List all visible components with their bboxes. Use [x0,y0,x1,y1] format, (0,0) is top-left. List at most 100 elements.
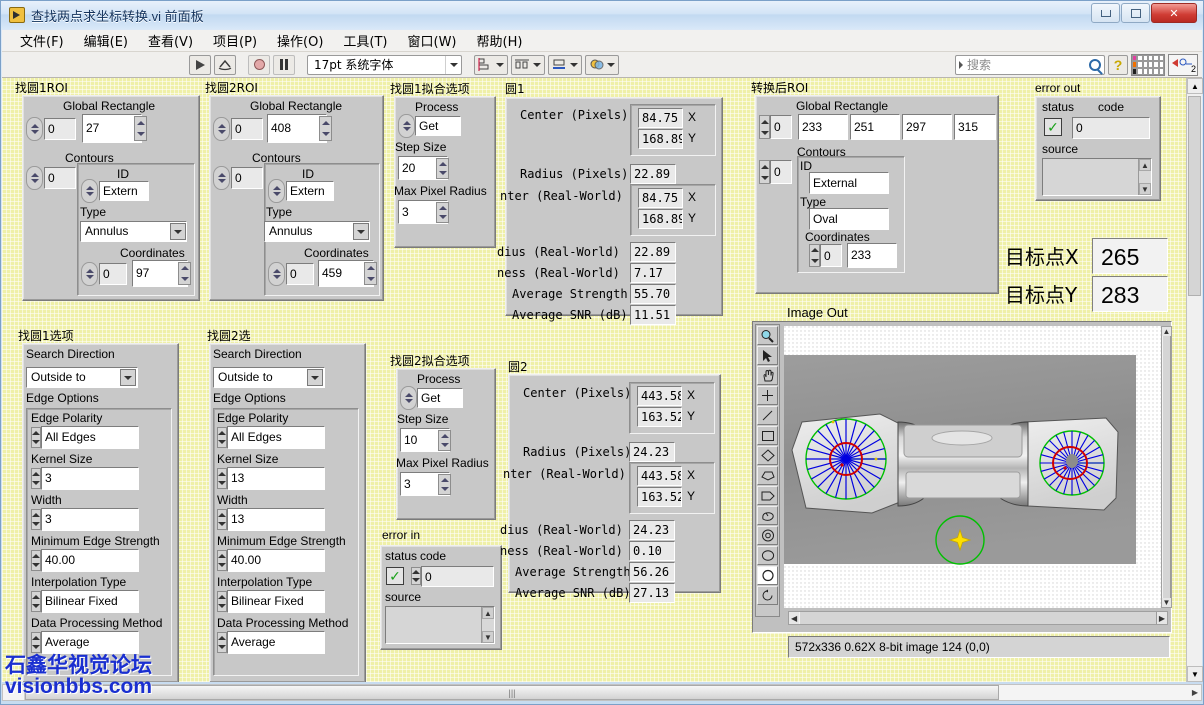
options1-search-direction-arrow[interactable] [120,369,136,386]
error-in-source-box[interactable]: ▲▼ [385,606,495,644]
roi2-global-value-stepper[interactable] [319,116,332,141]
search-icon[interactable] [1089,59,1101,71]
fit1-step-size-stepper[interactable] [436,158,449,179]
error-out-status-checkbox[interactable]: ✓ [1044,118,1062,136]
pan-hand-icon[interactable] [757,366,778,385]
options2-width-stepper[interactable] [217,509,227,530]
align-objects-button[interactable] [474,55,508,75]
options1-kernel-size-value[interactable]: 3 [41,467,139,490]
maximize-button[interactable] [1121,3,1150,23]
roi1-coord-index[interactable]: 0 [99,263,127,285]
roi1-global-index-spinner[interactable] [26,117,43,141]
roi2-global-value[interactable]: 408 [267,114,327,143]
minimize-button[interactable] [1091,3,1120,23]
options1-interpolation-stepper[interactable] [31,591,41,612]
close-button[interactable]: ✕ [1151,3,1197,23]
fit2-max-pixel-radius-stepper[interactable] [438,474,451,495]
error-out-source-scrollbar[interactable]: ▲▼ [1138,159,1151,195]
roi2-type-dropdown-arrow[interactable] [353,223,369,240]
target-x-value[interactable]: 265 [1092,238,1168,274]
target-y-value[interactable]: 283 [1092,276,1168,312]
menu-file[interactable]: 文件(F) [10,29,74,52]
roi-converted-global-index[interactable]: 0 [770,115,792,139]
rotated-rectangle-icon[interactable] [757,446,778,465]
options1-kernel-size-stepper[interactable] [31,468,41,489]
options2-min-edge-strength-stepper[interactable] [217,550,227,571]
error-in-code-value[interactable]: 0 [421,566,494,587]
connector-pane[interactable] [1131,54,1165,76]
roi-converted-coord-index[interactable]: 0 [820,244,842,267]
fit1-process-value[interactable]: Get [415,116,461,136]
options2-interpolation-value[interactable]: Bilinear Fixed [227,590,325,613]
image-vertical-scrollbar[interactable]: ▲ ▼ [1161,326,1172,608]
options1-interpolation-value[interactable]: Bilinear Fixed [41,590,139,613]
panel-horizontal-scrollbar[interactable]: ||| ▶ [2,684,1202,701]
panel-scroll-right-icon[interactable]: ▶ [1189,685,1201,700]
roi-converted-rect-left[interactable]: 233 [798,114,848,140]
image-scroll-left-icon[interactable]: ◀ [789,614,799,623]
distribute-objects-button[interactable] [511,55,545,75]
oval-icon[interactable] [757,546,778,565]
image-scroll-right-icon[interactable]: ▶ [1157,614,1167,623]
search-input[interactable]: 搜索 [955,55,1105,75]
roi2-coord-stepper[interactable] [364,262,377,285]
image-scroll-down-icon[interactable]: ▼ [1163,598,1171,607]
menu-view[interactable]: 查看(V) [138,29,203,52]
options2-kernel-size-value[interactable]: 13 [227,467,325,490]
roi2-coord-index[interactable]: 0 [286,263,314,285]
roi1-contours-index[interactable]: 0 [44,167,76,189]
polygon-icon[interactable] [757,466,778,485]
options1-width-stepper[interactable] [31,509,41,530]
roi-converted-contours-index[interactable]: 0 [770,160,792,184]
rotate-icon[interactable] [757,586,778,605]
menu-operate[interactable]: 操作(O) [267,29,333,52]
menu-help[interactable]: 帮助(H) [467,29,533,52]
pause-button[interactable] [273,55,295,75]
options1-width-value[interactable]: 3 [41,508,139,531]
line-icon[interactable] [757,406,778,425]
options1-edge-polarity-value[interactable]: All Edges [41,426,139,449]
roi1-coord-stepper[interactable] [178,262,191,285]
roi2-id-value[interactable]: Extern [286,181,334,201]
help-button[interactable]: ? [1108,55,1128,75]
roi-converted-rect-top[interactable]: 251 [850,114,900,140]
roi-converted-id-value[interactable]: External [809,172,889,194]
run-button[interactable] [189,55,211,75]
scroll-up-icon[interactable]: ▲ [1139,159,1151,171]
point-icon[interactable] [757,386,778,405]
options2-data-processing-stepper[interactable] [217,632,227,653]
roi-converted-rect-bottom[interactable]: 315 [954,114,996,140]
roi2-global-index-spinner[interactable] [213,117,230,141]
reorder-objects-button[interactable] [585,55,619,75]
image-horizontal-scrollbar[interactable]: ◀ ▶ [788,611,1168,625]
zoom-icon[interactable] [757,326,778,345]
menu-tools[interactable]: 工具(T) [333,29,397,52]
options2-width-value[interactable]: 13 [227,508,325,531]
panel-vertical-scroll-thumb[interactable] [1188,96,1201,296]
panel-scroll-down-icon[interactable]: ▼ [1187,666,1203,682]
roi2-coord-index-spinner[interactable] [268,262,285,286]
options1-min-edge-strength-stepper[interactable] [31,550,41,571]
options2-search-direction-arrow[interactable] [307,369,323,386]
roi2-contours-index[interactable]: 0 [231,167,263,189]
panel-scroll-up-icon[interactable]: ▲ [1187,78,1203,94]
error-in-code-stepper[interactable] [411,567,421,585]
scroll-down-icon[interactable]: ▼ [1139,183,1151,195]
fit2-process-spinner[interactable] [400,386,417,410]
run-continuously-button[interactable] [214,55,236,75]
roi1-type-dropdown-arrow[interactable] [170,223,186,240]
fit2-step-size-stepper[interactable] [438,430,451,451]
menu-edit[interactable]: 编辑(E) [74,29,138,52]
font-selector[interactable]: 17pt 系统字体 [307,55,462,75]
options1-edge-polarity-stepper[interactable] [31,427,41,448]
options1-min-edge-strength-value[interactable]: 40.00 [41,549,139,572]
image-canvas[interactable] [784,326,1161,608]
roi-converted-contours-index-stepper[interactable] [759,160,770,184]
options2-min-edge-strength-value[interactable]: 40.00 [227,549,325,572]
roi1-global-value[interactable]: 27 [82,114,142,143]
roi-converted-coord-value[interactable]: 233 [847,243,897,268]
options2-edge-polarity-value[interactable]: All Edges [227,426,325,449]
fit1-process-spinner[interactable] [398,114,415,138]
options2-edge-polarity-stepper[interactable] [217,427,227,448]
roi1-id-value[interactable]: Extern [99,181,149,201]
